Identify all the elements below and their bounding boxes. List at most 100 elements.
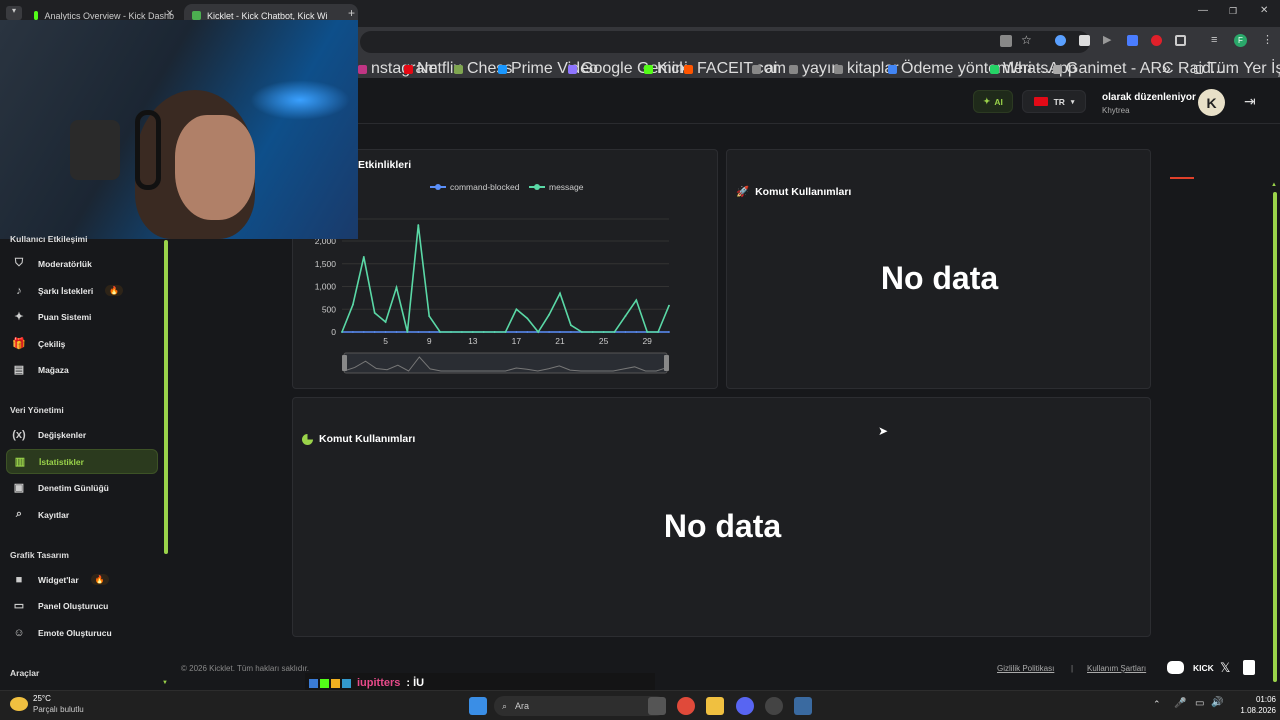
sidebar-item-sparkle[interactable]: ✦ Puan Sistemi (6, 304, 158, 329)
discord-icon[interactable] (1167, 661, 1184, 674)
translate-icon[interactable] (1000, 35, 1012, 47)
page-scrollbar[interactable] (1273, 192, 1277, 682)
music-icon: ♪ (16, 284, 22, 297)
windows-start-icon[interactable] (469, 697, 487, 715)
sidebar-item-audit-log[interactable]: ▣ Denetim Günlüğü (6, 475, 158, 500)
tab-search-button[interactable]: ▾ (6, 6, 22, 20)
data-point (515, 331, 518, 333)
sidebar-item-shield[interactable]: ⛉ Moderatörlük (6, 251, 158, 276)
bookmarks-more-button[interactable]: » (1162, 60, 1171, 78)
sparkle-icon: ✦ (983, 96, 991, 106)
omnibox[interactable] (360, 31, 1090, 53)
avatar[interactable]: K (1198, 89, 1225, 116)
bookmark-item[interactable]: Kick (644, 60, 687, 78)
extension-icon[interactable] (1127, 35, 1138, 46)
taskbar-search[interactable]: ⌕ Ara (494, 696, 666, 716)
docs-icon[interactable] (1243, 660, 1255, 675)
fire-icon: 🔥 (90, 574, 109, 585)
data-point (635, 331, 638, 333)
media-icon[interactable]: ≡ (1211, 34, 1217, 46)
terms-link[interactable]: Kullanım Şartları (1087, 664, 1146, 673)
sidebar-item-video[interactable]: ■ Widget'lar 🔥 (6, 567, 158, 592)
sidebar-item-variable[interactable]: (x) Değişkenler (6, 422, 158, 447)
data-point (602, 331, 605, 333)
sidebar-section-title: Kullanıcı Etkileşimi (10, 234, 88, 244)
ai-button[interactable]: ✦ AI (973, 90, 1013, 113)
x-twitter-icon[interactable]: 𝕏 (1220, 660, 1230, 676)
data-point (559, 292, 561, 295)
all-bookmarks-button[interactable]: Tüm Yer İşaretleri (1194, 60, 1280, 78)
kick-icon[interactable]: KICK (1193, 663, 1214, 673)
bookmark-item[interactable]: ai (752, 60, 777, 78)
discord-icon[interactable] (736, 697, 754, 715)
close-window-button[interactable]: ✕ (1260, 5, 1268, 16)
play-icon[interactable]: ▶ (1103, 33, 1111, 46)
sidebar-item-label: Değişkenler (38, 429, 87, 440)
volume-icon[interactable]: 🔊 (1211, 697, 1223, 708)
maximize-button[interactable]: ❐ (1229, 6, 1237, 17)
sidebar-scrollbar[interactable] (164, 240, 168, 554)
page-scroll-up-icon[interactable]: ▲ (1271, 182, 1277, 188)
sidebar-section-title: Araçlar (10, 668, 40, 678)
bookmark-item[interactable]: yayın (789, 60, 840, 78)
sidebar-item-panel[interactable]: ▭ Panel Oluşturucu (6, 593, 158, 618)
opera-icon[interactable] (1151, 35, 1162, 46)
task-view-icon[interactable] (648, 697, 666, 715)
bookmark-favicon-icon (888, 64, 897, 74)
language-selector[interactable]: TR ▾ (1022, 90, 1086, 113)
new-tab-button[interactable]: + (348, 6, 355, 20)
profile-avatar[interactable]: F (1234, 34, 1247, 47)
tab-close-icon[interactable]: ✕ (166, 8, 174, 19)
extension-icon[interactable] (1079, 35, 1090, 46)
weather-desc: Parçalı bulutlu (33, 705, 84, 714)
microphone-icon[interactable]: 🎤 (1174, 698, 1186, 709)
data-point (657, 331, 659, 333)
y-tick-label: 1,500 (315, 259, 337, 269)
data-point (668, 304, 670, 307)
sidebar-scroll-down-icon[interactable]: ▼ (162, 680, 168, 686)
webcam-overlay (0, 20, 358, 239)
steam-icon[interactable] (765, 697, 783, 715)
sidebar-item-smile[interactable]: ☺ Emote Oluşturucu (6, 620, 158, 645)
extensions-puzzle-icon[interactable] (1175, 35, 1186, 46)
username: olarak düzenleniyor (1102, 92, 1196, 103)
sidebar-item-music[interactable]: ♪ Şarkı İstekleri 🔥 (6, 278, 158, 303)
bookmark-star-icon[interactable]: ☆ (1021, 33, 1032, 47)
tray-chevron-icon[interactable]: ⌃ (1153, 699, 1161, 710)
chrome-menu-icon[interactable]: ⋮ (1262, 33, 1273, 46)
bookmark-item[interactable]: Netflix (404, 60, 461, 78)
search-icon: ⌕ (502, 700, 508, 711)
x-tick-label: 9 (427, 336, 432, 346)
data-point (624, 331, 627, 333)
minimize-button[interactable]: — (1198, 5, 1208, 16)
channel-name: Khytrea (1102, 106, 1130, 115)
sidebar-item-label: Widget'lar (38, 574, 79, 585)
calculator-icon[interactable] (794, 697, 812, 715)
privacy-link[interactable]: Gizlilik Politikası (997, 664, 1054, 673)
sidebar-item-store[interactable]: ▤ Mağaza (6, 357, 158, 382)
streamer-face (175, 115, 255, 220)
stats-icon: ▥ (14, 456, 26, 468)
weather-temp: 25°C (33, 694, 51, 703)
rocket-icon: 🚀 (736, 186, 750, 198)
weather-icon[interactable] (10, 697, 28, 711)
sidebar-item-stats[interactable]: ▥ İstatistikler (6, 449, 158, 474)
clock-time[interactable]: 01:06 (1236, 695, 1276, 704)
logout-icon[interactable]: ⇥ (1244, 93, 1256, 110)
x-tick-label: 17 (512, 336, 522, 346)
data-point (352, 303, 354, 306)
data-point (591, 331, 594, 333)
bookmark-favicon-icon (789, 64, 798, 74)
data-point (624, 315, 627, 317)
extension-icon[interactable] (1055, 35, 1066, 46)
data-point (417, 331, 420, 333)
clock-date[interactable]: 1.08.2026 (1226, 706, 1276, 715)
sidebar-item-gift[interactable]: 🎁 Çekiliş (6, 331, 158, 356)
network-icon[interactable]: ▭ (1195, 698, 1204, 709)
file-explorer-icon[interactable] (706, 697, 724, 715)
footer-separator: | (1071, 664, 1074, 673)
bookmark-favicon-icon (358, 64, 367, 74)
turkey-flag-icon (1033, 97, 1048, 106)
sidebar-item-logs[interactable]: ⌕ Kayıtlar (6, 502, 158, 527)
chrome-icon[interactable] (677, 697, 695, 715)
